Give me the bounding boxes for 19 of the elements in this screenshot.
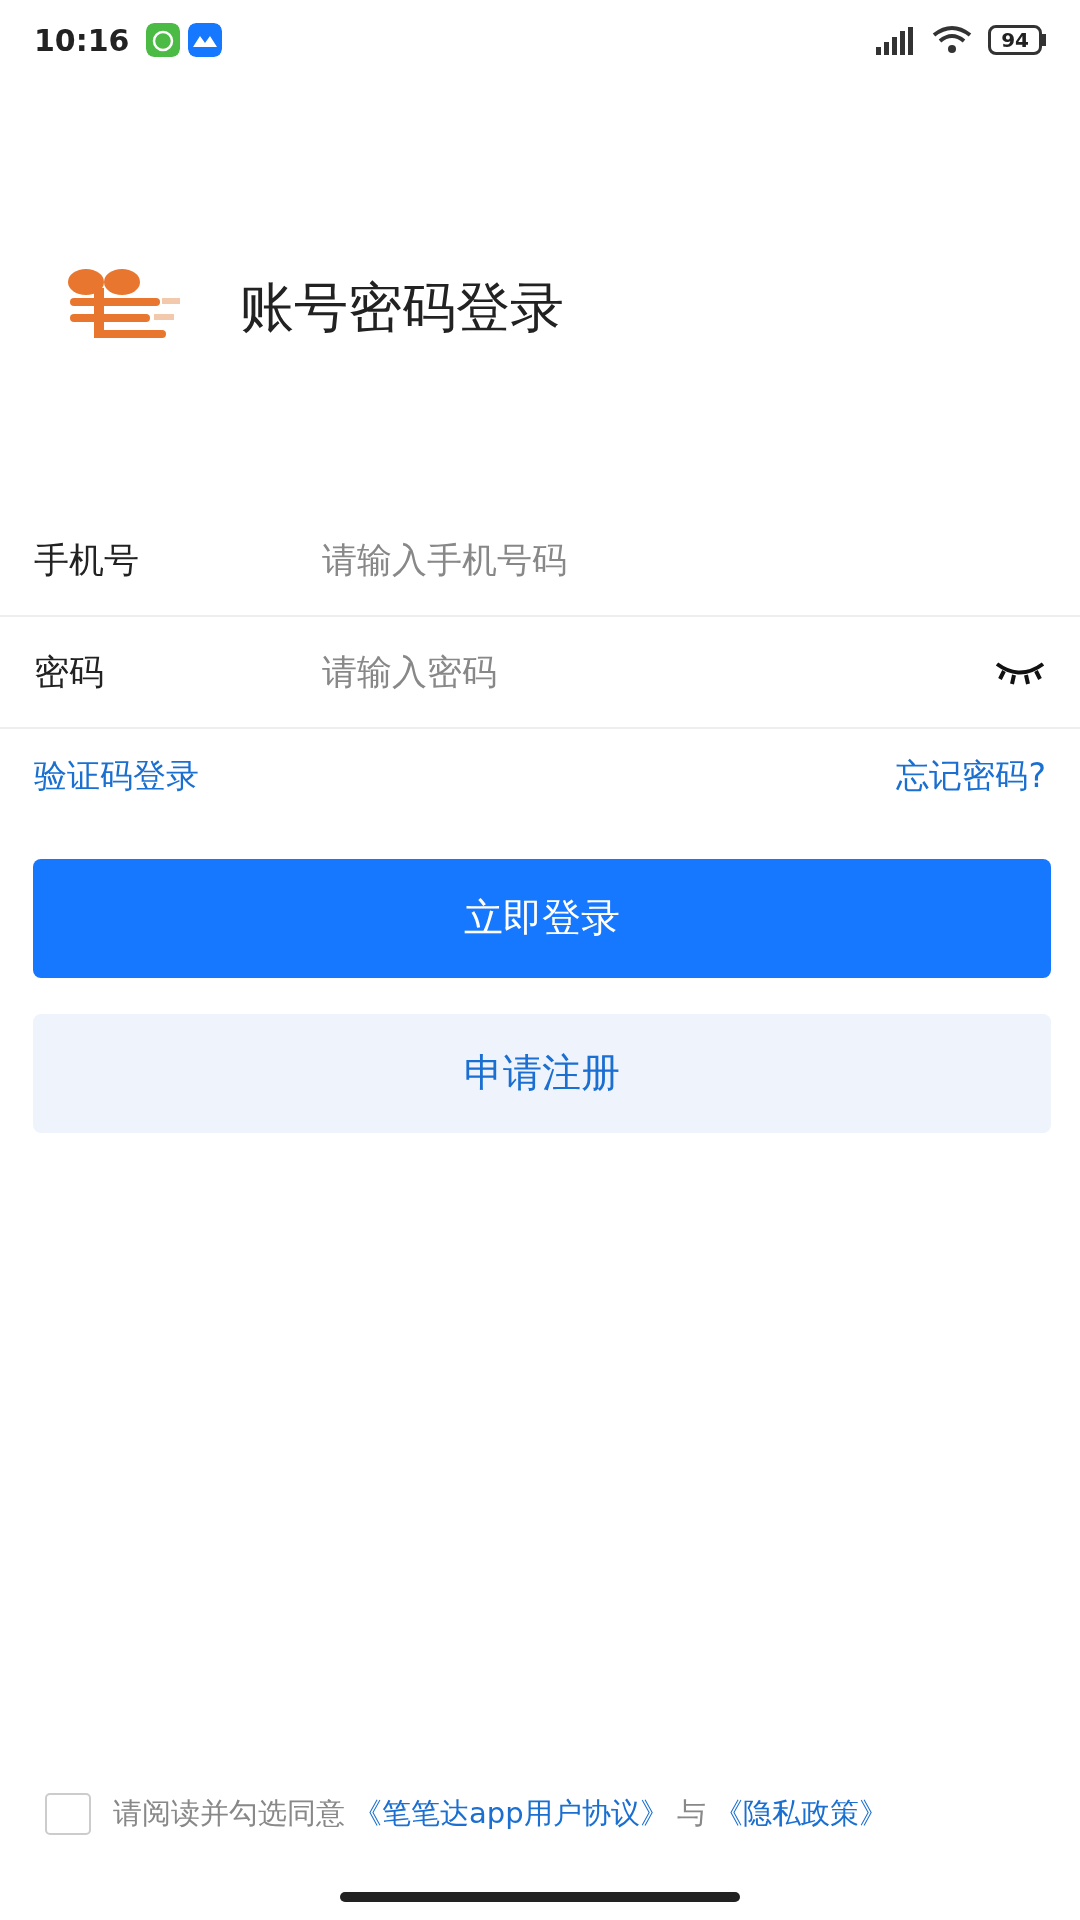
agreement-text: 请阅读并勾选同意 [113,1795,345,1832]
agreement-checkbox[interactable] [45,1792,91,1835]
login-button[interactable]: 立即登录 [33,858,1051,978]
agreement-link[interactable]: 《笔笔达app用户协议》 [353,1792,669,1836]
field-label: 手机号 [34,538,140,582]
status-time: 10:16 [34,21,130,60]
forgot-password-link[interactable]: 忘记密码? [896,751,1046,801]
app-notification-icon [145,23,180,57]
phone-field[interactable]: 请输入手机号码 [320,532,1046,588]
password-field[interactable]: 请输入密码 [320,644,994,700]
app-notification-icon [187,23,222,57]
field-label: 密码 [34,650,105,694]
agreement-link[interactable]: 《隐私政策》 [713,1792,888,1836]
battery-level: 94 [988,25,1042,55]
sms-login-link[interactable]: 验证码登录 [34,751,199,801]
agreement-text: 与 [676,1795,706,1832]
wifi-icon [932,25,973,55]
page-title: 账号密码登录 [240,275,564,341]
register-button[interactable]: 申请注册 [33,1013,1051,1133]
